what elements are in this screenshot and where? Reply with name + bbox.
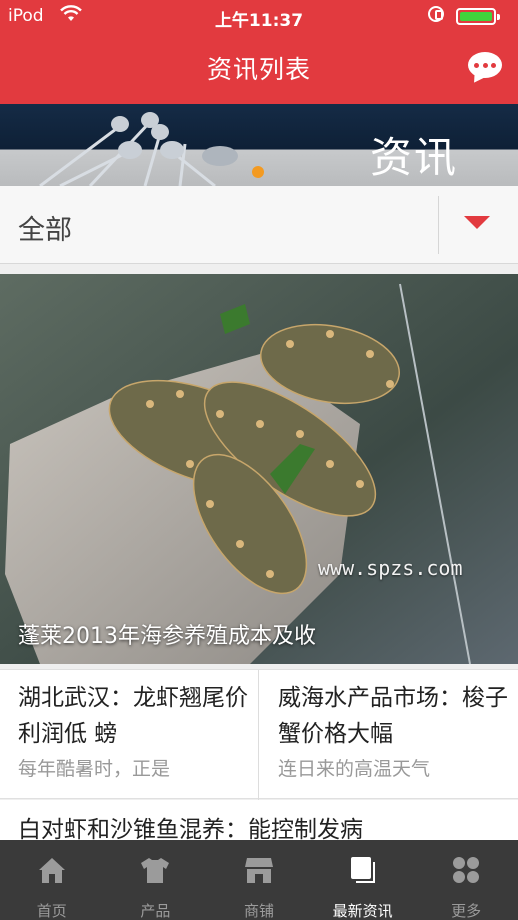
top-bar: iPod 上午11:37 资讯列表	[0, 0, 518, 104]
tab-label: 首页	[36, 902, 67, 920]
tab-label: 产品	[140, 902, 171, 920]
list-item[interactable]: 白对虾和沙锥鱼混养：能控制发病	[0, 800, 518, 843]
news-card-title: 威海水产品市场：梭子蟹价格大幅	[278, 685, 508, 747]
news-card-summary: 连日来的高温天气	[278, 758, 431, 780]
message-button[interactable]	[468, 52, 502, 80]
rotation-lock-icon	[428, 6, 444, 22]
store-icon	[243, 854, 275, 886]
news-card[interactable]: 威海水产品市场：梭子蟹价格大幅 连日来的高温天气	[260, 670, 518, 800]
tab-label: 更多	[451, 902, 482, 920]
dropdown-arrow-icon[interactable]	[464, 216, 490, 229]
status-bar: iPod 上午11:37	[0, 0, 518, 34]
home-icon	[36, 854, 68, 886]
tab-latest-news[interactable]: 最新资讯	[311, 840, 415, 920]
battery-icon	[456, 8, 500, 25]
tab-more[interactable]: 更多	[414, 840, 518, 920]
news-grid: 湖北武汉：龙虾翘尾价利润低 螃 每年酷暑时，正是 威海水产品市场：梭子蟹价格大幅…	[0, 669, 518, 800]
tab-bar: 首页 产品 商铺 最新资讯 更多	[0, 840, 518, 920]
tab-home[interactable]: 首页	[0, 840, 104, 920]
news-card-summary: 每年酷暑时，正是	[18, 758, 171, 780]
banner-title: 资讯	[370, 133, 459, 182]
filter-selected-value: 全部	[18, 215, 72, 246]
news-card-title: 湖北武汉：龙虾翘尾价利润低 螃	[18, 685, 248, 747]
news-banner: 资讯	[0, 104, 518, 186]
sea-cucumber-photo	[0, 274, 518, 664]
featured-title: 蓬莱2013年海参养殖成本及收	[18, 624, 316, 649]
category-filter[interactable]: 全部	[0, 186, 518, 264]
filter-divider	[438, 196, 439, 254]
banner-indicator	[252, 166, 264, 178]
tshirt-icon	[139, 854, 171, 886]
grid-icon	[450, 854, 482, 886]
news-icon	[347, 854, 379, 886]
tab-label: 商铺	[243, 902, 274, 920]
tab-shops[interactable]: 商铺	[207, 840, 311, 920]
list-item-title: 白对虾和沙锥鱼混养：能控制发病	[18, 817, 363, 843]
tab-label: 最新资讯	[332, 902, 393, 920]
news-card[interactable]: 湖北武汉：龙虾翘尾价利润低 螃 每年酷暑时，正是	[0, 670, 259, 800]
page-title: 资讯列表	[206, 55, 311, 84]
featured-article[interactable]: www.spzs.com 蓬莱2013年海参养殖成本及收	[0, 274, 518, 664]
tab-products[interactable]: 产品	[104, 840, 208, 920]
photo-watermark: www.spzs.com	[318, 556, 463, 580]
